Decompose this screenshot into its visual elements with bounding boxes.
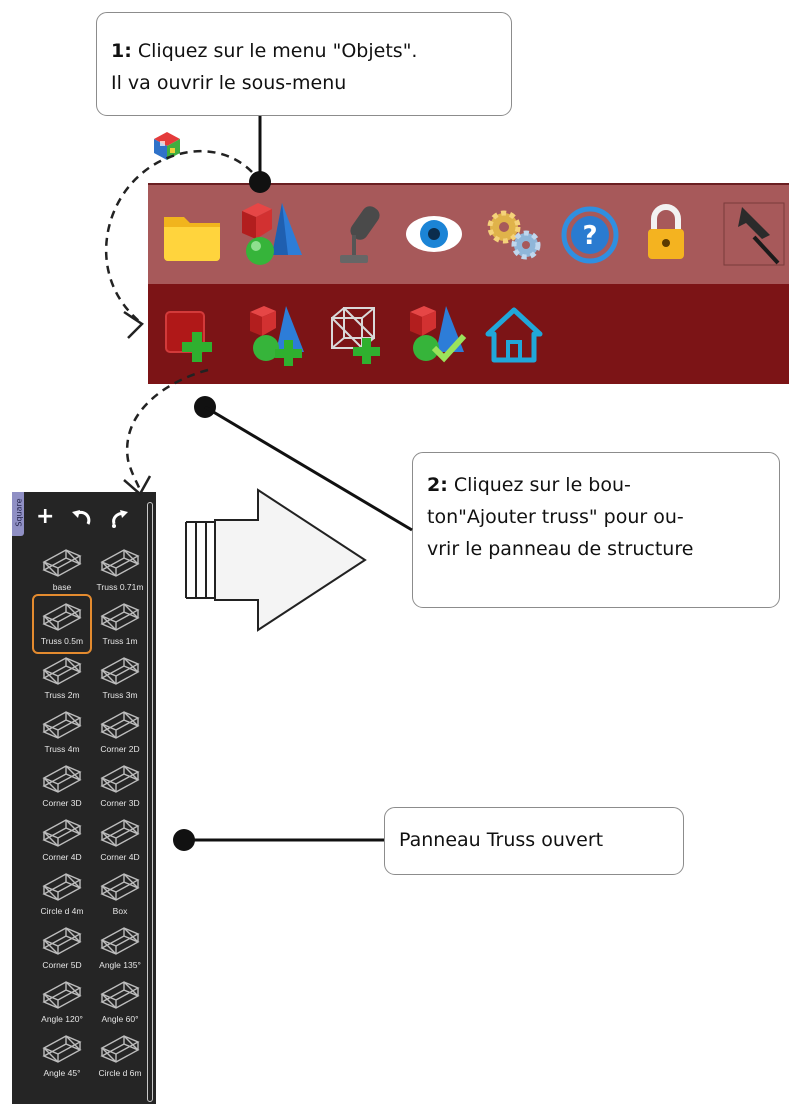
logo-to-submenu-arrow <box>105 150 253 323</box>
step2-connector <box>204 405 413 532</box>
annotation-overlay <box>105 116 413 851</box>
step1-dot <box>249 171 271 193</box>
big-arrow-icon <box>214 488 367 632</box>
submenu-to-panel-arrow <box>125 368 209 491</box>
